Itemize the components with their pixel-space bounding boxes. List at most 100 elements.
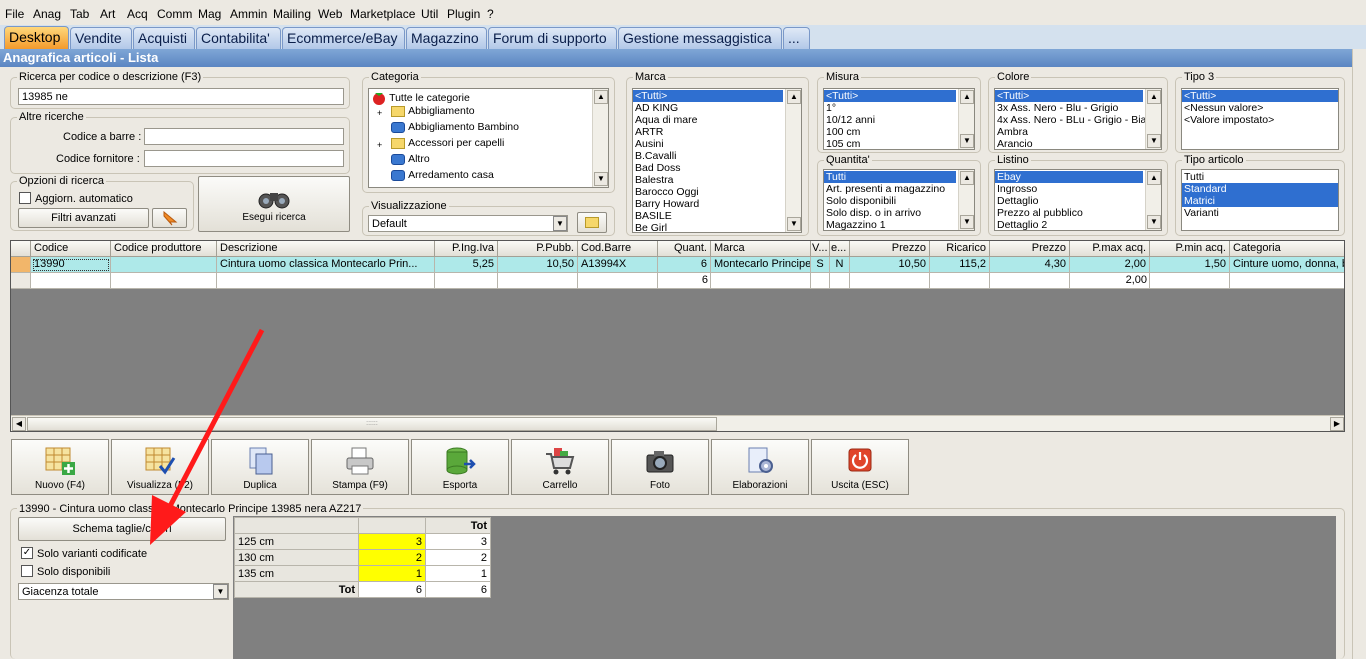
list-item[interactable]: Tutti xyxy=(824,171,956,183)
menu-anag[interactable]: Anag xyxy=(33,7,61,21)
tab-more[interactable]: ... xyxy=(783,27,810,49)
category-tree[interactable]: Tutte le categorie + Abbigliamento Abbig… xyxy=(368,88,609,188)
tree-item-altro[interactable]: Altro xyxy=(391,153,430,165)
column-header[interactable]: Codice produttore xyxy=(111,241,217,257)
cell[interactable]: 1,50 xyxy=(1150,257,1230,273)
variants-table[interactable]: Tot 125 cm 3 3 130 cm 2 2 135 cm 1 1 Tot… xyxy=(234,517,491,598)
list-item[interactable]: Solo disponibili xyxy=(824,195,974,207)
photo-button[interactable]: Foto xyxy=(611,439,709,495)
list-item[interactable]: Prezzo al pubblico xyxy=(995,207,1161,219)
quantity-scrollbar[interactable]: ▲ ▼ xyxy=(958,170,974,230)
list-item[interactable]: BASILE xyxy=(633,210,801,222)
list-item[interactable]: Ebay xyxy=(995,171,1143,183)
tree-item-bambino[interactable]: Abbigliamento Bambino xyxy=(391,121,519,133)
expand-icon[interactable]: + xyxy=(377,108,382,118)
column-header[interactable]: Ricarico xyxy=(930,241,990,257)
list-item[interactable]: Balestra xyxy=(633,174,801,186)
column-header[interactable]: P.min acq. xyxy=(1150,241,1230,257)
column-header[interactable]: Cod.Barre xyxy=(578,241,658,257)
list-item[interactable]: Barry Howard xyxy=(633,198,801,210)
tab-acquisti[interactable]: Acquisti xyxy=(133,27,195,49)
cell[interactable]: 10,50 xyxy=(850,257,930,273)
cell[interactable]: N xyxy=(830,257,850,273)
table-row[interactable]: 125 cm 3 3 xyxy=(234,533,491,550)
chevron-down-icon[interactable]: ▼ xyxy=(213,584,228,599)
cell[interactable]: 4,30 xyxy=(990,257,1070,273)
barcode-input[interactable] xyxy=(144,128,344,145)
list-item[interactable]: Dettaglio 2 xyxy=(995,219,1161,230)
list-item[interactable]: <Tutti> xyxy=(633,90,783,102)
expand-icon[interactable]: + xyxy=(377,140,382,150)
tab-messaggistica[interactable]: Gestione messaggistica xyxy=(618,27,782,49)
pricelist-list[interactable]: Ebay Ingrosso Dettaglio Prezzo al pubbli… xyxy=(994,169,1162,231)
column-header[interactable]: Quant. xyxy=(658,241,711,257)
window-scrollbar[interactable] xyxy=(1352,49,1366,659)
menu-comm[interactable]: Comm xyxy=(157,7,192,21)
column-header[interactable]: Descrizione xyxy=(217,241,435,257)
list-item[interactable]: Dettaglio xyxy=(995,195,1161,207)
tree-item-all[interactable]: Tutte le categorie xyxy=(372,91,470,105)
category-scrollbar[interactable]: ▲ ▼ xyxy=(592,89,608,187)
only-available-checkbox[interactable] xyxy=(21,565,33,577)
brand-list[interactable]: <Tutti> AD KING Aqua di mare ARTR Ausini… xyxy=(632,88,802,233)
list-item[interactable]: <Valore impostato> xyxy=(1182,114,1338,126)
qty-cell[interactable]: 1 xyxy=(358,565,426,582)
row-indicator[interactable] xyxy=(11,257,31,273)
list-item[interactable]: 1° xyxy=(824,102,974,114)
column-header[interactable]: Marca xyxy=(711,241,811,257)
list-item[interactable]: Ausini xyxy=(633,138,801,150)
column-header[interactable]: P.Pubb. xyxy=(498,241,578,257)
brand-scrollbar[interactable]: ▲ ▼ xyxy=(785,89,801,232)
list-item[interactable]: Standard xyxy=(1182,183,1338,195)
cell[interactable]: 5,25 xyxy=(435,257,498,273)
column-header[interactable]: P.Ing.Iva xyxy=(435,241,498,257)
scroll-right-icon[interactable]: ▶ xyxy=(1330,417,1344,431)
duplicate-button[interactable]: Duplica xyxy=(211,439,309,495)
open-view-button[interactable] xyxy=(577,212,607,233)
pricelist-scrollbar[interactable]: ▲ ▼ xyxy=(1145,170,1161,230)
articles-grid[interactable]: Codice Codice produttore Descrizione P.I… xyxy=(10,240,1345,432)
tab-ecommerce[interactable]: Ecommerce/eBay xyxy=(282,27,405,49)
list-item[interactable]: 105 cm xyxy=(824,138,974,149)
list-item[interactable]: <Tutti> xyxy=(1182,90,1338,102)
table-row[interactable]: 135 cm 1 1 xyxy=(234,565,491,582)
tab-magazzino[interactable]: Magazzino xyxy=(406,27,487,49)
supplier-code-input[interactable] xyxy=(144,150,344,167)
tree-item-capelli[interactable]: Accessori per capelli xyxy=(391,137,504,149)
column-header[interactable]: P.max acq. xyxy=(1070,241,1150,257)
menu-art[interactable]: Art xyxy=(100,7,115,21)
tree-item-abbigliamento[interactable]: Abbigliamento xyxy=(391,105,475,117)
menu-mailing[interactable]: Mailing xyxy=(273,7,311,21)
new-button[interactable]: Nuovo (F4) xyxy=(11,439,109,495)
menu-marketplace[interactable]: Marketplace xyxy=(350,7,415,21)
scroll-thumb[interactable]: :::::: xyxy=(27,417,717,431)
tree-item-arredamento[interactable]: Arredamento casa xyxy=(391,169,494,181)
column-header[interactable]: Codice xyxy=(31,241,111,257)
list-item[interactable]: Ambra xyxy=(995,126,1161,138)
cell[interactable]: Cintura uomo classica Montecarlo Prin... xyxy=(217,257,435,273)
cell[interactable]: 2,00 xyxy=(1070,257,1150,273)
tab-contabilita[interactable]: Contabilita' xyxy=(196,27,281,49)
menu-mag[interactable]: Mag xyxy=(198,7,221,21)
color-list[interactable]: <Tutti> 3x Ass. Nero - Blu - Grigio 4x A… xyxy=(994,88,1162,150)
view-select[interactable]: Default xyxy=(368,215,568,232)
qty-cell[interactable]: 2 xyxy=(358,549,426,566)
cell[interactable]: 10,50 xyxy=(498,257,578,273)
codified-variants-checkbox[interactable]: ✓ xyxy=(21,547,33,559)
tab-vendite[interactable]: Vendite xyxy=(70,27,132,49)
list-item[interactable]: 10/12 anni xyxy=(824,114,974,126)
list-item[interactable]: 4x Ass. Nero - BLu - Grigio - Biar xyxy=(995,114,1161,126)
list-item[interactable]: Aqua di mare xyxy=(633,114,801,126)
menu-tab[interactable]: Tab xyxy=(70,7,89,21)
stock-type-select[interactable]: Giacenza totale xyxy=(18,583,229,600)
list-item[interactable]: B.Cavalli xyxy=(633,150,801,162)
cell[interactable] xyxy=(111,257,217,273)
list-item[interactable]: Bad Doss xyxy=(633,162,801,174)
list-item[interactable]: Magazzino 1 xyxy=(824,219,974,230)
cell[interactable]: 13990 xyxy=(31,257,111,273)
list-item[interactable]: ARTR xyxy=(633,126,801,138)
list-item[interactable]: Tutti xyxy=(1182,171,1338,183)
tab-desktop[interactable]: Desktop xyxy=(4,26,69,49)
menu-help[interactable]: ? xyxy=(487,7,494,21)
menu-web[interactable]: Web xyxy=(318,7,342,21)
